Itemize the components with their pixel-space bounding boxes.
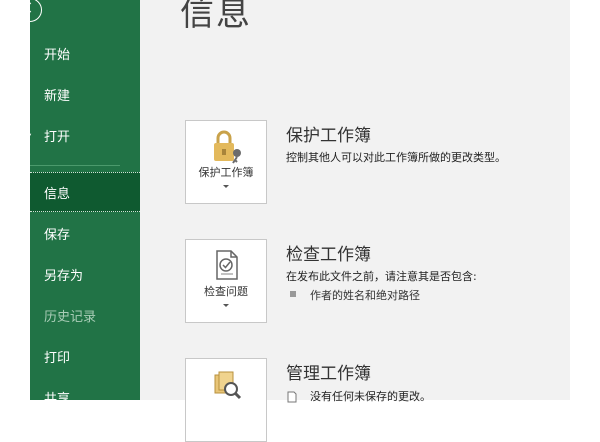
nav-item-label: 历史记录 [44, 309, 97, 325]
nav-item-print[interactable]: 打印 [30, 336, 140, 376]
left-margin [0, 0, 30, 400]
nav-item-label: 信息 [44, 186, 71, 202]
manage-workbook-heading: 管理工作簿 [286, 364, 371, 384]
inspect-workbook-description: 在发布此文件之前，请注意其是否包含: [286, 270, 477, 283]
manage-workbook-button[interactable] [185, 358, 267, 442]
open-folder-icon: ▱ [22, 128, 32, 142]
nav-divider [30, 165, 120, 166]
bullet-icon [290, 291, 296, 297]
inspect-workbook-heading: 检查工作簿 [286, 245, 371, 265]
nav-item-label: 保存 [44, 227, 71, 243]
nav-item-info[interactable]: 信息 [30, 172, 140, 212]
nav-item-label: 打开 [44, 129, 71, 145]
protect-workbook-heading: 保护工作簿 [286, 126, 371, 146]
check-issues-label: 检查问题 [204, 285, 248, 298]
nav-item-open[interactable]: ▱ 打开 [22, 115, 140, 155]
protect-workbook-button[interactable]: 保护工作簿 [185, 120, 267, 204]
nav-item-home[interactable]: ⌂ 开始 [22, 33, 140, 73]
check-issues-button[interactable]: 检查问题 [185, 239, 267, 323]
nav-item-label: 另存为 [44, 268, 84, 284]
nav-item-save-as[interactable]: 另存为 [30, 254, 140, 294]
backstage-sidebar: ⌂ 开始 ▯ 新建 ▱ 打开 信息 保存 另存为 历史记录 打印 共享 [18, 0, 140, 407]
protect-workbook-label: 保护工作簿 [198, 166, 254, 179]
nav-item-label: 共享 [44, 391, 71, 407]
lock-key-icon [214, 130, 241, 164]
info-panel: 信息 保护工作簿 保护工作簿 控制其他人可以对此工作簿所做的更改类型。 检查问题… [140, 0, 570, 442]
chevron-down-icon [223, 304, 229, 307]
manage-workbook-icon [214, 371, 242, 400]
nav-item-save[interactable]: 保存 [30, 213, 140, 253]
new-file-icon: ▯ [22, 87, 29, 101]
nav-item-history: 历史记录 [30, 295, 140, 335]
page-title: 信息 [180, 0, 252, 34]
protect-workbook-description: 控制其他人可以对此工作簿所做的更改类型。 [286, 151, 506, 164]
inspect-document-icon [216, 250, 238, 280]
back-arrow-icon[interactable] [18, 0, 42, 22]
chevron-down-icon [223, 185, 229, 188]
nav-item-label: 打印 [44, 350, 71, 366]
home-icon: ⌂ [22, 46, 30, 60]
inspect-bullet-item: 作者的姓名和绝对路径 [310, 289, 420, 302]
right-margin [570, 0, 600, 400]
nav-item-new[interactable]: ▯ 新建 [22, 74, 140, 114]
document-icon [287, 391, 297, 403]
nav-item-label: 开始 [44, 47, 71, 63]
nav-item-share[interactable]: 共享 [30, 377, 140, 417]
manage-workbook-description: 没有任何未保存的更改。 [310, 390, 431, 403]
nav-item-label: 新建 [44, 88, 71, 104]
